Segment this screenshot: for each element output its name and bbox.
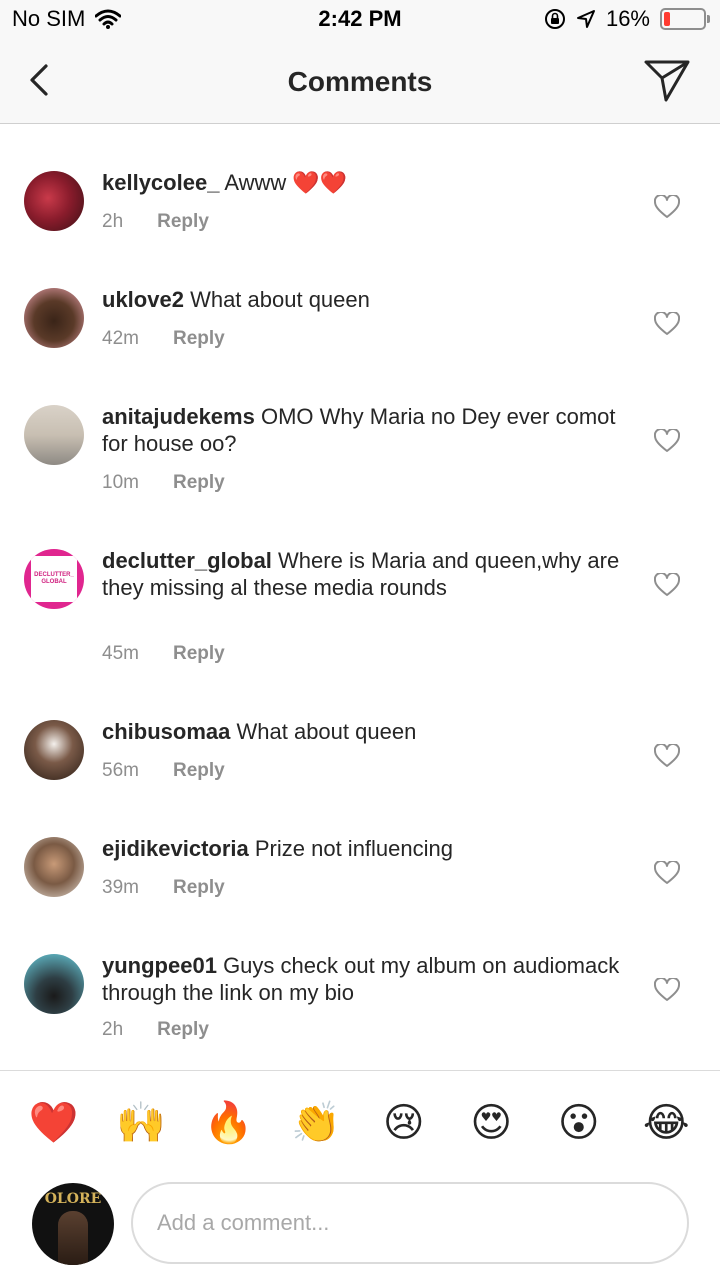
avatar[interactable] (24, 171, 84, 231)
comment-text-block: declutter_global Where is Maria and quee… (102, 547, 622, 601)
comment-text-block: kellycolee_ Awww ❤️❤️ (102, 169, 622, 196)
comment-time: 2h (102, 211, 124, 232)
comment-username[interactable]: chibusomaa (102, 719, 230, 744)
comment-time: 45m (102, 643, 139, 664)
page-title: Comments (287, 66, 433, 97)
heart-eyes-emoji-button[interactable]: 😍 (461, 1101, 521, 1145)
tears-of-joy-emoji-button[interactable]: 😂 (636, 1101, 696, 1145)
avatar-logo-text: OLORE (44, 1191, 102, 1207)
comment-time: 56m (102, 760, 139, 781)
clapping-hands-emoji-button[interactable]: 👏 (286, 1101, 346, 1145)
heart-icon[interactable] (654, 978, 680, 1002)
emoji-bar: ❤️ 🙌 🔥 👏 😢 😍 😮 😂 (0, 1070, 720, 1174)
comment-text: Awww ❤️❤️ (224, 170, 348, 195)
comment-time: 2h (102, 1019, 124, 1040)
status-right: 16% (544, 6, 710, 32)
comment-meta: 45m Reply (102, 643, 225, 665)
comment-username[interactable]: ejidikevictoria (102, 836, 249, 861)
comment-username[interactable]: uklove2 (102, 287, 184, 312)
heart-icon[interactable] (654, 429, 680, 453)
comment-text-block: uklove2 What about queen (102, 286, 622, 313)
comment-username[interactable]: anitajudekems (102, 404, 255, 429)
declutter-logo: DECLUTTER_ GLOBAL (31, 556, 77, 602)
comment-meta: 56m Reply (102, 760, 225, 782)
reply-button[interactable]: Reply (173, 472, 225, 494)
reply-button[interactable]: Reply (173, 760, 225, 782)
comment-text-block: chibusomaa What about queen (102, 718, 622, 745)
battery-fill (664, 12, 670, 26)
comment-time: 10m (102, 472, 139, 493)
comment-input[interactable] (131, 1182, 689, 1264)
avatar-figure (58, 1211, 88, 1265)
battery-percent: 16% (605, 6, 650, 31)
comment-text-block: anitajudekems OMO Why Maria no Dey ever … (102, 403, 622, 457)
header: Comments (0, 40, 720, 124)
comment-username[interactable]: declutter_global (102, 548, 272, 573)
avatar[interactable] (24, 720, 84, 780)
comment-meta: 2h Reply (102, 1019, 209, 1041)
avatar[interactable] (24, 837, 84, 897)
comment-text: Prize not influencing (254, 836, 453, 861)
comment-meta: 2h Reply (102, 211, 209, 233)
comment-meta: 42m Reply (102, 328, 225, 350)
battery-icon (660, 8, 710, 30)
heart-icon[interactable] (654, 573, 680, 597)
location-arrow-icon (576, 10, 595, 28)
avatar[interactable] (24, 405, 84, 465)
comment-text: What about queen (190, 287, 370, 312)
current-user-avatar: OLORE (32, 1183, 114, 1265)
comment-text-block: yungpee01 Guys check out my album on aud… (102, 952, 622, 1006)
reply-button[interactable]: Reply (157, 1019, 209, 1041)
surprised-face-emoji-button[interactable]: 😮 (549, 1101, 609, 1145)
avatar[interactable] (24, 954, 84, 1014)
heart-icon[interactable] (654, 861, 680, 885)
comment-text-block: ejidikevictoria Prize not influencing (102, 835, 622, 862)
red-heart-emoji-button[interactable]: ❤️ (24, 1101, 84, 1145)
heart-icon[interactable] (654, 195, 680, 219)
comment-composer: OLORE (0, 1180, 720, 1280)
reply-button[interactable]: Reply (173, 328, 225, 350)
comment-text: What about queen (236, 719, 417, 744)
reply-button[interactable]: Reply (173, 877, 225, 899)
comment-time: 42m (102, 328, 139, 349)
heart-icon[interactable] (654, 744, 680, 768)
comment-meta: 10m Reply (102, 472, 225, 494)
crying-face-emoji-button[interactable]: 😢 (374, 1101, 434, 1145)
avatar[interactable]: DECLUTTER_ GLOBAL (24, 549, 84, 609)
fire-emoji-button[interactable]: 🔥 (199, 1101, 259, 1145)
paper-plane-icon[interactable] (642, 56, 692, 104)
comment-time: 39m (102, 877, 139, 898)
comment-username[interactable]: kellycolee_ (102, 170, 219, 195)
comment-meta: 39m Reply (102, 877, 225, 899)
raising-hands-emoji-button[interactable]: 🙌 (111, 1101, 171, 1145)
reply-button[interactable]: Reply (173, 643, 225, 665)
reply-button[interactable]: Reply (157, 211, 209, 233)
comment-username[interactable]: yungpee01 (102, 953, 217, 978)
status-bar: No SIM 2:42 PM 16% (0, 0, 720, 40)
orientation-lock-icon (544, 9, 565, 29)
heart-icon[interactable] (654, 312, 680, 336)
avatar[interactable] (24, 288, 84, 348)
